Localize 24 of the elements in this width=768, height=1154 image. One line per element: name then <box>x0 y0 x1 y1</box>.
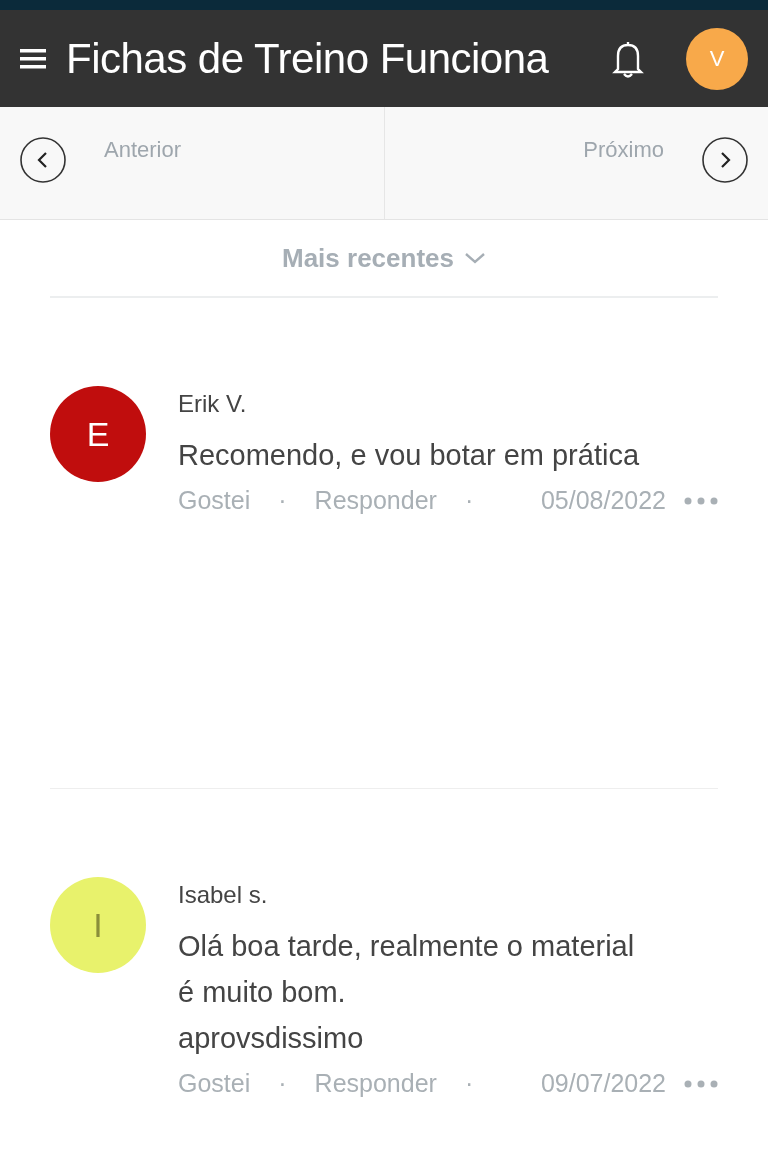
reply-link[interactable]: Responder <box>314 1069 437 1098</box>
reply-link[interactable]: Responder <box>314 486 437 515</box>
like-link[interactable]: Gostei <box>178 486 251 515</box>
previous-icon[interactable] <box>20 137 66 183</box>
previous-link[interactable]: Anterior <box>104 137 182 163</box>
comment-text: Olá boa tarde, realmente o material é muito bom. aprovsdissimo <box>178 929 636 1056</box>
sort-dropdown[interactable]: Mais recentes <box>282 242 454 274</box>
like-link[interactable]: Gostei <box>178 1069 251 1098</box>
author-name: Isabel s. <box>178 881 269 909</box>
page-title: Fichas de Treino Funciona <box>66 34 550 83</box>
comment-date: 09/07/2022 <box>540 1069 666 1098</box>
comment-date: 05/08/2022 <box>540 486 666 515</box>
user-avatar[interactable]: V <box>686 27 748 90</box>
separator-dot: · <box>464 1069 474 1098</box>
author-name: Erik V. <box>178 390 248 418</box>
separator-dot: · <box>278 486 287 515</box>
separator-dot: · <box>464 486 474 515</box>
separator-dot: · <box>278 1069 287 1098</box>
comment-text: Recomendo, e vou botar em prática <box>178 438 641 473</box>
next-link[interactable]: Próximo <box>583 137 664 163</box>
menu-icon[interactable] <box>20 46 48 71</box>
avatar: E <box>50 386 146 482</box>
avatar: I <box>50 877 146 973</box>
next-icon[interactable] <box>702 137 748 183</box>
